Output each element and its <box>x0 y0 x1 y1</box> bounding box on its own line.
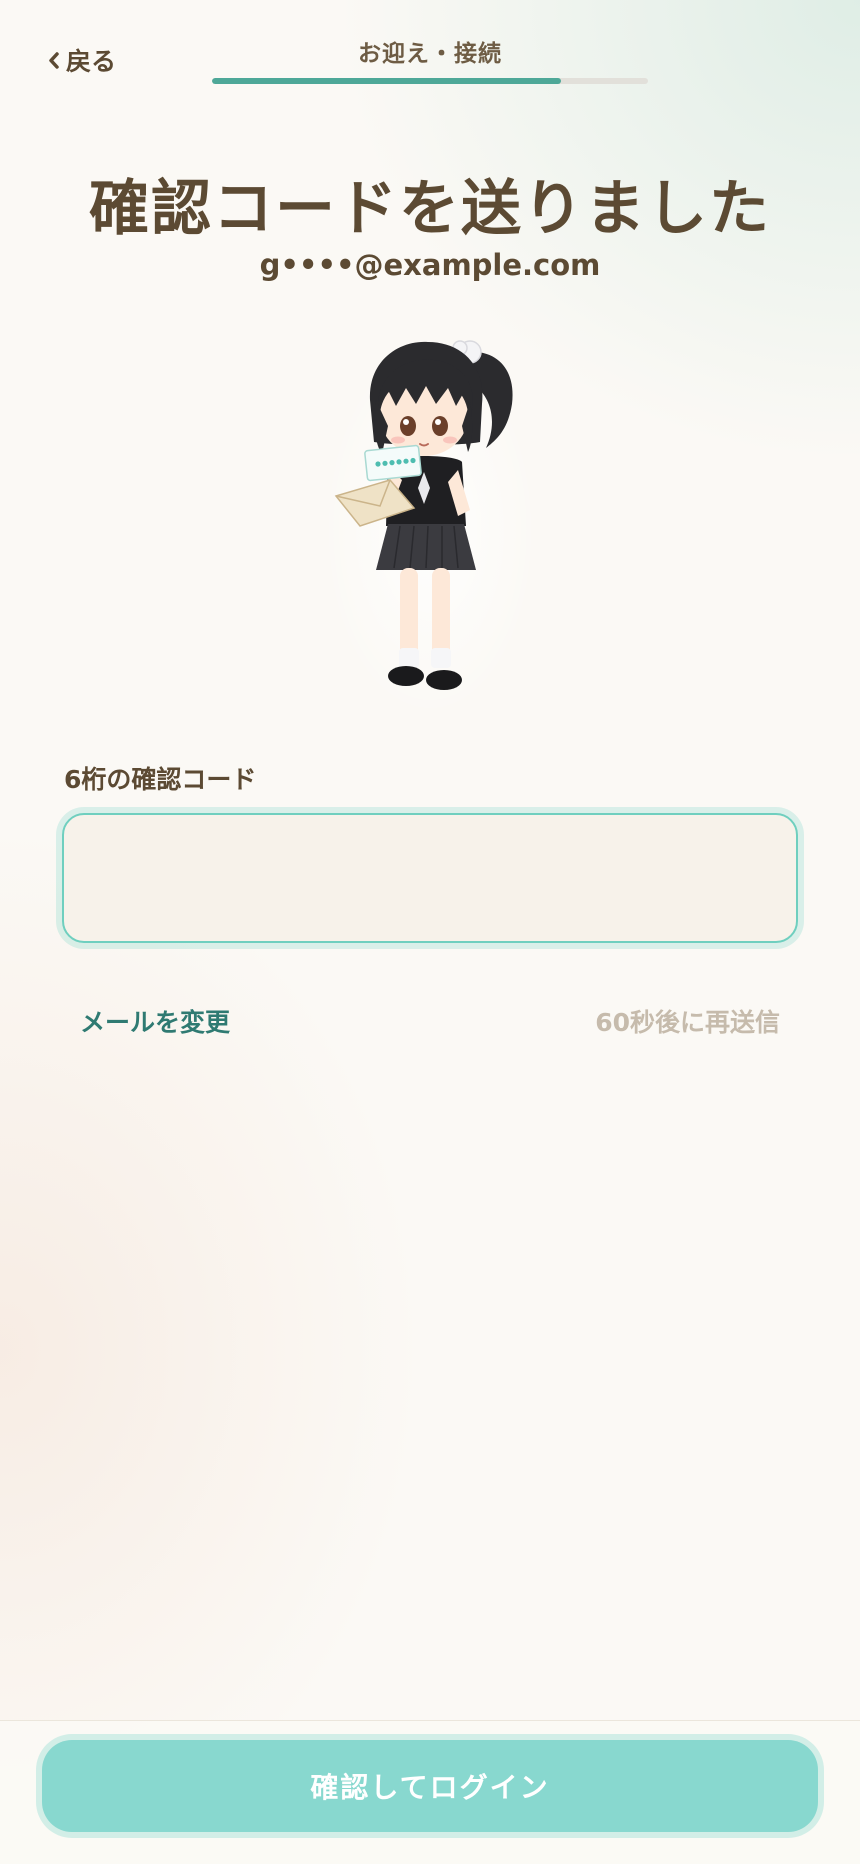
page-title: 確認コードを送りました <box>89 174 771 244</box>
progress-bar <box>212 78 648 84</box>
masked-email: g••••@example.com <box>259 248 601 282</box>
step-title: お迎え・接続 <box>358 41 502 67</box>
verification-code-input[interactable] <box>62 813 798 943</box>
resend-countdown: 60秒後に再送信 <box>595 1008 780 1037</box>
confirm-login-button[interactable]: 確認してログイン <box>42 1740 818 1832</box>
mascot-illustration <box>320 330 540 720</box>
progress-fill <box>212 78 561 84</box>
code-field-label: 6桁の確認コード <box>64 765 257 794</box>
change-email-link[interactable]: メールを変更 <box>80 1003 230 1039</box>
header: 戻る お迎え・接続 <box>0 0 860 110</box>
